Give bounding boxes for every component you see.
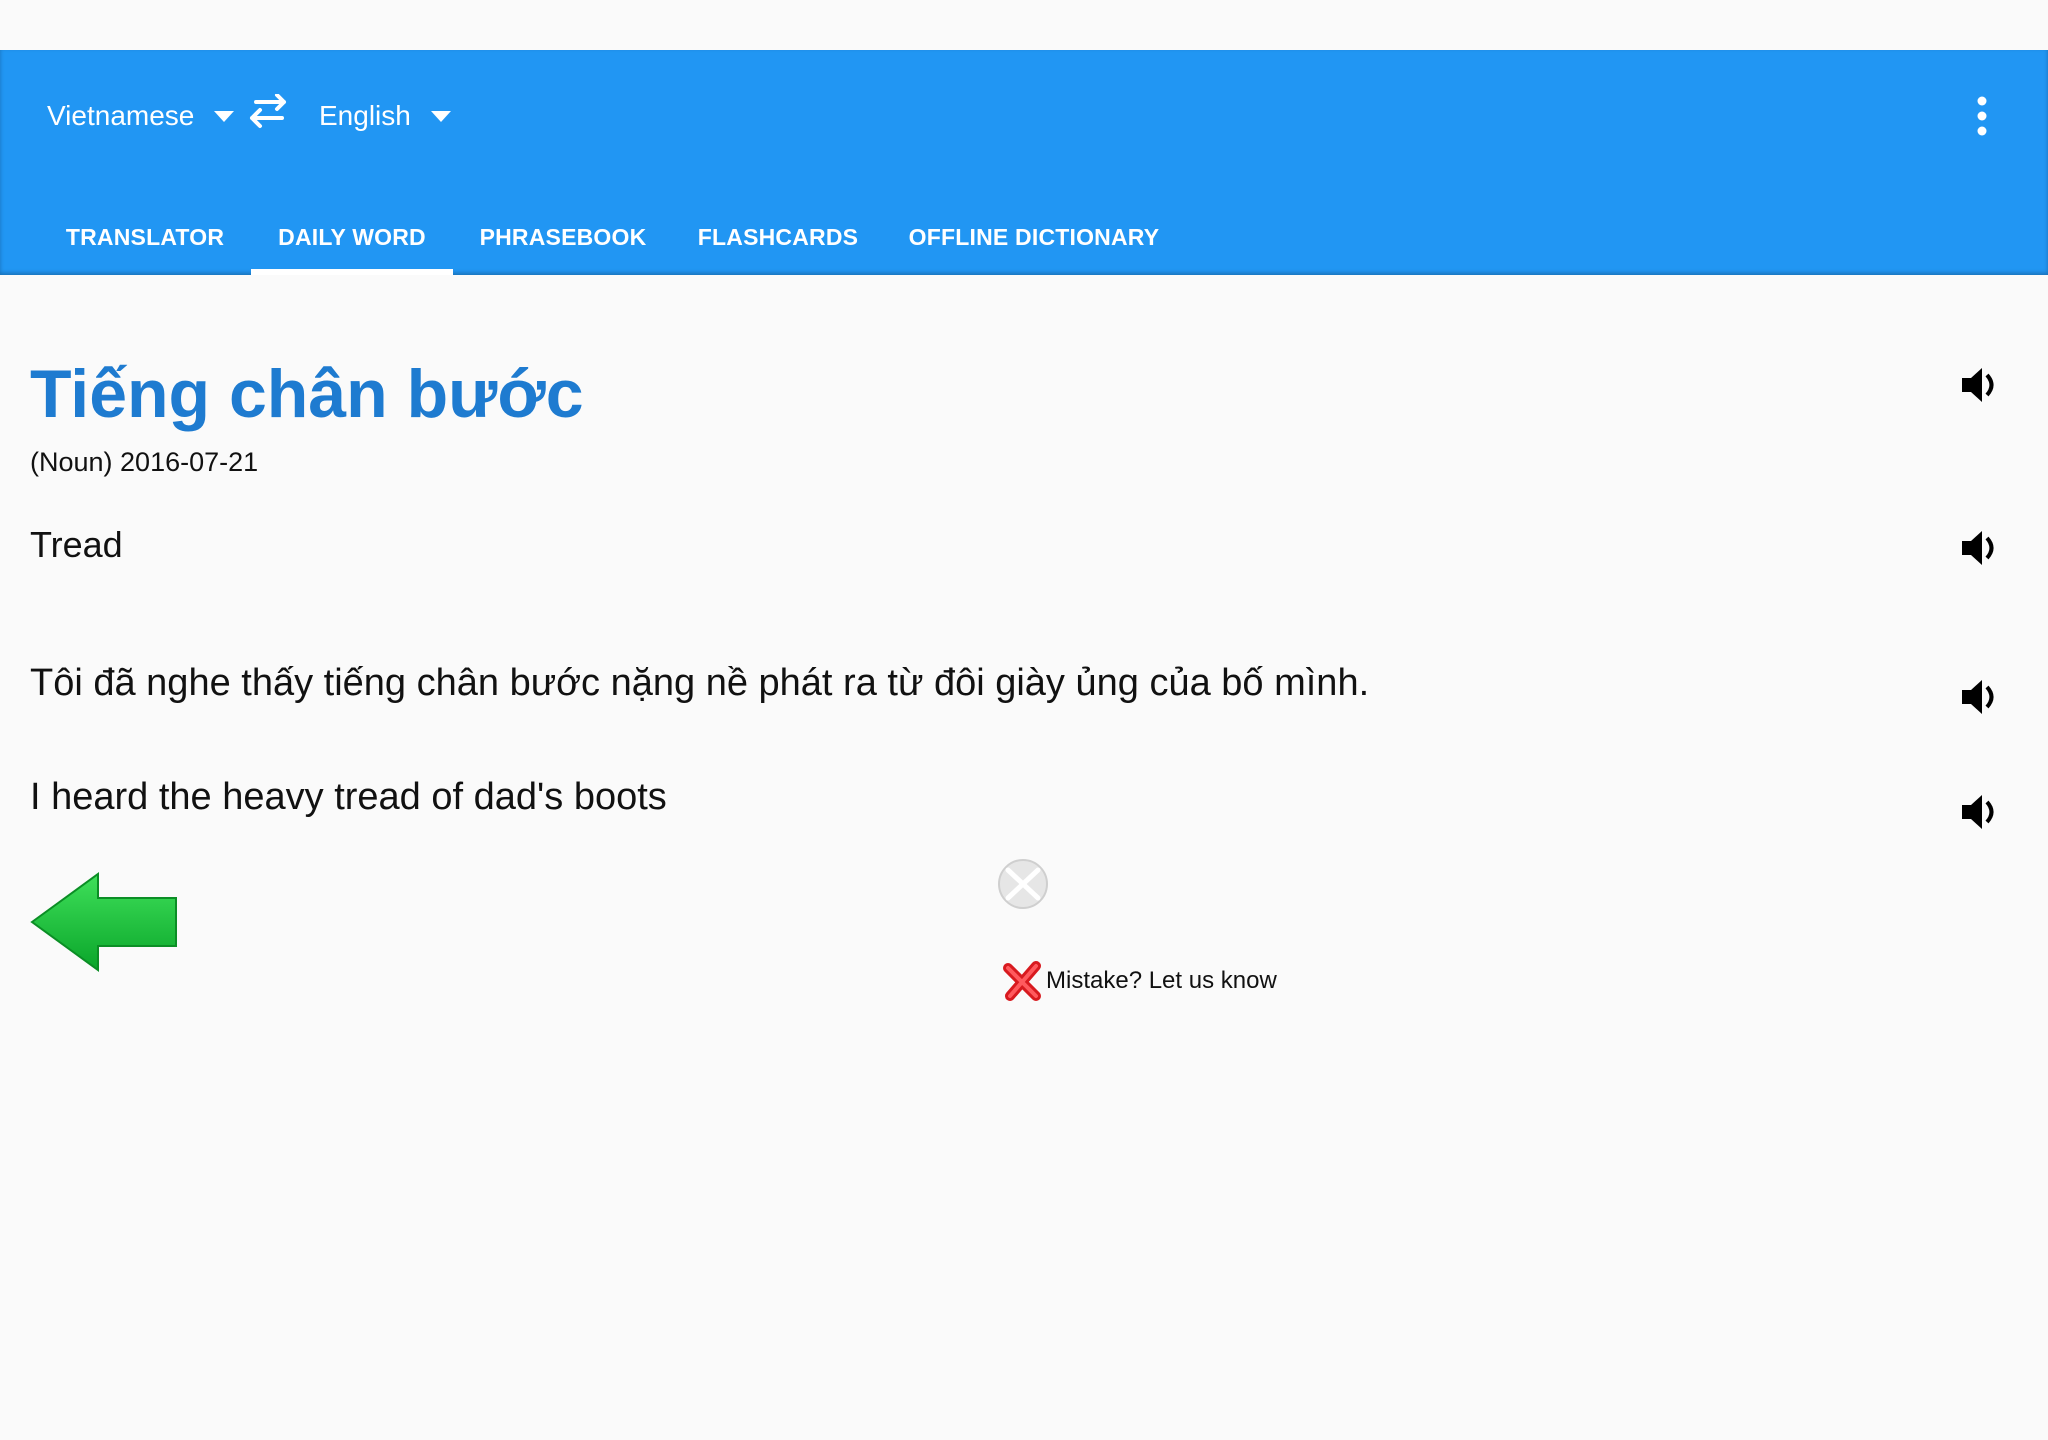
more-vert-icon[interactable] <box>1966 94 1998 138</box>
word-part-of-speech-date: (Noun) 2016-07-21 <box>30 447 259 477</box>
back-arrow-icon[interactable] <box>30 872 178 972</box>
daily-word-title: Tiếng chân bước <box>30 356 584 432</box>
speaker-icon[interactable] <box>1958 675 2002 719</box>
source-language-label: Vietnamese <box>47 100 195 131</box>
chevron-down-icon <box>214 110 235 122</box>
speaker-icon[interactable] <box>1958 363 2002 407</box>
tab-bar: TRANSLATOR DAILY WORD PHRASEBOOK FLASHCA… <box>0 200 2048 275</box>
red-x-icon <box>1003 961 1041 1001</box>
word-translation: Tread <box>30 524 123 565</box>
tab-translator[interactable]: TRANSLATOR <box>46 200 244 275</box>
report-mistake-link[interactable]: Mistake? Let us know <box>1000 958 1277 1004</box>
swap-arrows-icon[interactable] <box>246 94 290 134</box>
status-bar <box>0 0 2048 50</box>
target-language-label: English <box>319 100 411 131</box>
chevron-down-icon <box>430 110 451 122</box>
speaker-icon[interactable] <box>1958 790 2002 834</box>
target-language-dropdown[interactable]: English <box>319 96 451 136</box>
tab-offline-dictionary[interactable]: OFFLINE DICTIONARY <box>893 200 1175 275</box>
source-language-dropdown[interactable]: Vietnamese <box>47 96 235 136</box>
mistake-label: Mistake? Let us know <box>1046 967 1277 994</box>
tab-phrasebook[interactable]: PHRASEBOOK <box>466 200 660 275</box>
example-sentence-target: I heard the heavy tread of dad's boots <box>30 776 667 818</box>
tab-flashcards[interactable]: FLASHCARDS <box>684 200 872 275</box>
image-placeholder-icon <box>998 859 1048 909</box>
tab-daily-word[interactable]: DAILY WORD <box>251 200 453 275</box>
app-bar: Vietnamese English TRANSLATOR DAILY WORD… <box>0 50 2048 275</box>
speaker-icon[interactable] <box>1958 526 2002 570</box>
example-sentence-source: Tôi đã nghe thấy tiếng chân bước nặng nề… <box>30 662 1370 704</box>
